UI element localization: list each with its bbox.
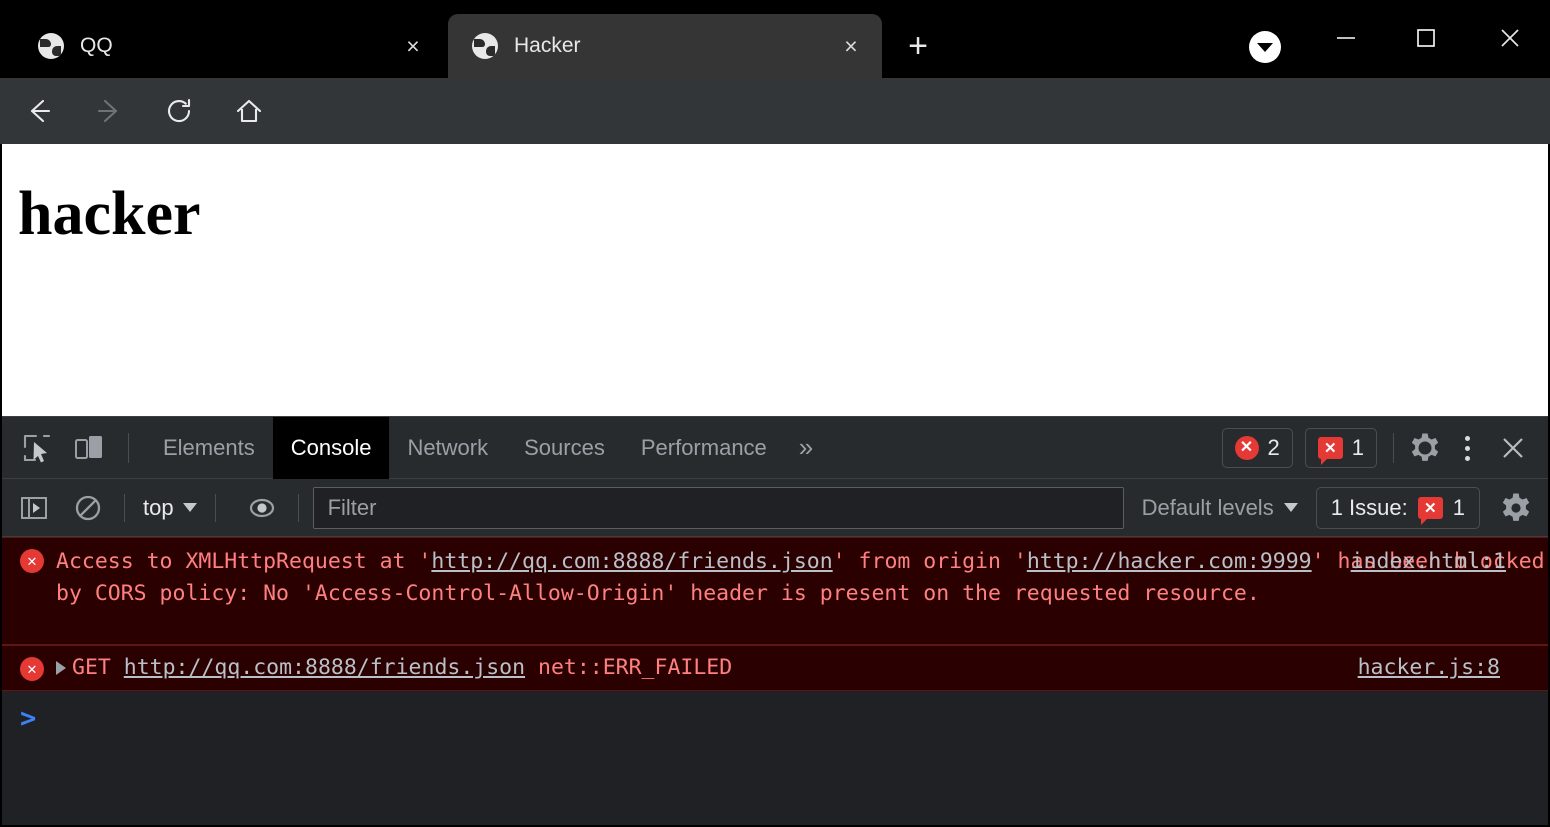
browser-tab-hacker[interactable]: Hacker × (448, 14, 882, 78)
execution-context-label: top (143, 494, 174, 520)
new-tab-button[interactable]: + (896, 26, 940, 66)
home-button[interactable] (226, 88, 272, 134)
console-message-error[interactable]: ✕ GET http://qq.com:8888/friends.json ne… (2, 645, 1548, 691)
tab-title: Hacker (514, 34, 581, 57)
console-message-text: Access to XMLHttpRequest at 'http://qq.c… (56, 549, 1545, 606)
reload-icon (167, 98, 191, 123)
menu-dot (1464, 435, 1470, 441)
devtools-close-button[interactable] (1490, 425, 1536, 471)
issues-count: 1 (1452, 494, 1465, 520)
reload-button[interactable] (156, 88, 202, 134)
devtools-divider (1393, 433, 1394, 463)
message-link[interactable]: http://qq.com:8888/friends.json (431, 549, 832, 574)
menu-dot (1464, 455, 1470, 461)
error-count-badge[interactable]: ✕ 2 (1221, 428, 1293, 468)
page-title: hacker (18, 180, 201, 248)
filter-bar-divider (297, 493, 299, 522)
console-sidebar-toggle-icon[interactable] (12, 486, 56, 530)
console-prompt-row[interactable]: > (2, 690, 1548, 801)
tab-performance[interactable]: Performance (623, 417, 785, 479)
filter-bar-divider (124, 493, 125, 522)
home-icon (236, 99, 262, 123)
issues-label: 1 Issue: (1330, 494, 1408, 520)
issue-count: 1 (1351, 435, 1364, 460)
devtools-divider (128, 432, 129, 463)
console-message-error[interactable]: ✕ Access to XMLHttpRequest at 'http://qq… (2, 537, 1548, 645)
console-filter-bar: top Filter Default levels 1 Issue: ✕ 1 (2, 479, 1548, 537)
browser-tab-qq[interactable]: QQ × (14, 14, 444, 78)
inspect-element-icon[interactable] (14, 425, 60, 471)
browser-window: QQ × Hacker × + hacker Elements Console … (0, 0, 1550, 827)
device-toolbar-icon[interactable] (66, 425, 112, 471)
devtools-tab-bar-right: ✕ 2 ✕ 1 (1221, 417, 1549, 479)
circle-x-icon: ✕ (20, 549, 44, 573)
maximize-icon (1417, 29, 1435, 47)
tab-close-button[interactable]: × (396, 29, 430, 63)
message-segment: Access to XMLHttpRequest at ' (56, 549, 432, 574)
browser-toolbar: Not secure hacker.com:9999/index.html G … (0, 78, 1550, 214)
log-levels-selector[interactable]: Default levels (1142, 495, 1298, 521)
window-minimize-button[interactable] (1318, 10, 1374, 66)
page-viewport: hacker (2, 144, 1548, 416)
console-prompt-chevron-icon: > (20, 702, 37, 734)
console-filter-input[interactable]: Filter (312, 486, 1124, 529)
console-message-list: ✕ Access to XMLHttpRequest at 'http://qq… (2, 537, 1548, 801)
message-link[interactable]: http://qq.com:8888/friends.json (124, 655, 525, 680)
tab-title: QQ (80, 34, 113, 57)
circle-x-icon: ✕ (20, 657, 44, 681)
menu-dot (1464, 445, 1470, 451)
console-settings-icon[interactable] (1496, 488, 1536, 528)
execution-context-selector[interactable]: top (139, 495, 201, 521)
tab-elements[interactable]: Elements (145, 417, 273, 479)
console-message-source-link[interactable]: hacker.js:8 (1358, 652, 1500, 684)
bubble-x-icon: ✕ (1317, 437, 1343, 465)
bubble-x-icon: ✕ (1417, 496, 1443, 525)
devtools-tab-bar: Elements Console Network Sources Perform… (2, 416, 1549, 479)
log-levels-label: Default levels (1141, 494, 1274, 520)
chevron-down-icon (182, 503, 197, 512)
more-tabs-button[interactable]: » (785, 432, 827, 463)
error-count: 2 (1267, 435, 1280, 460)
clear-console-icon[interactable] (66, 486, 110, 530)
tab-network[interactable]: Network (389, 417, 506, 479)
back-button[interactable] (16, 88, 62, 134)
issues-summary-button[interactable]: 1 Issue: ✕ 1 (1315, 486, 1480, 529)
tab-sources[interactable]: Sources (506, 417, 623, 479)
arrow-right-icon (97, 99, 118, 123)
tab-strip: QQ × Hacker × + (0, 0, 1550, 78)
window-close-button[interactable] (1482, 10, 1538, 66)
devtools-settings-icon[interactable] (1402, 425, 1448, 471)
message-link[interactable]: http://hacker.com:9999 (1027, 549, 1312, 574)
filter-bar-divider (214, 493, 216, 522)
globe-icon (38, 33, 64, 59)
tab-close-button[interactable]: × (834, 29, 868, 63)
console-message-source-link[interactable]: index.html:1 (1351, 546, 1506, 578)
message-segment: ' from origin ' (832, 549, 1027, 574)
issue-count-badge[interactable]: ✕ 1 (1304, 428, 1377, 468)
live-expression-eye-icon[interactable] (240, 486, 284, 530)
expand-arrow-icon[interactable] (56, 661, 66, 675)
forward-button[interactable] (86, 88, 132, 134)
tab-search-icon[interactable] (1249, 31, 1281, 63)
circle-x-icon: ✕ (1234, 436, 1259, 460)
window-maximize-button[interactable] (1398, 10, 1454, 66)
devtools-more-options-button[interactable] (1454, 428, 1480, 468)
globe-icon (472, 33, 498, 59)
close-icon (1503, 438, 1523, 458)
close-icon (1501, 29, 1519, 47)
arrow-left-icon (30, 99, 51, 123)
devtools-panel: Elements Console Network Sources Perform… (2, 416, 1548, 825)
console-message-text: GET http://qq.com:8888/friends.json net:… (72, 655, 732, 680)
message-segment: net::ERR_FAILED (525, 655, 733, 680)
message-segment: GET (72, 655, 124, 680)
minimize-icon (1337, 37, 1355, 39)
tab-console[interactable]: Console (272, 416, 390, 479)
chevron-down-icon (1283, 503, 1298, 512)
